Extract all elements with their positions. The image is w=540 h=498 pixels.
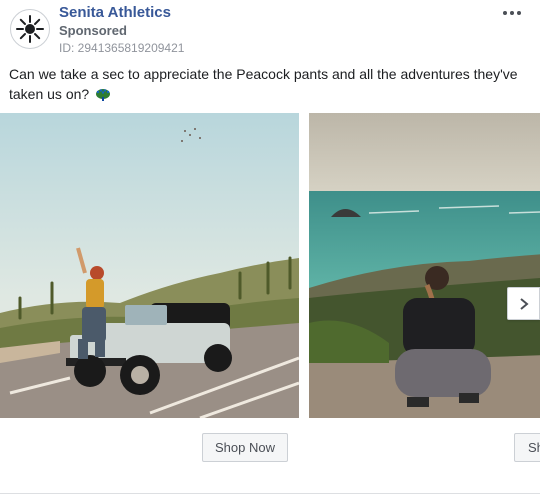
sponsored-label: Sponsored <box>59 23 127 38</box>
shop-now-button[interactable]: Shop Now <box>202 433 288 462</box>
ad-post: Senita Athletics Sponsored ID: 294136581… <box>0 0 540 498</box>
carousel-next-button[interactable] <box>507 287 540 320</box>
shop-now-button[interactable]: Sh <box>514 433 540 462</box>
more-options-icon <box>503 11 521 15</box>
ad-id-text: ID: 2941365819209421 <box>59 41 185 55</box>
image-carousel: Shop Now S <box>0 113 540 473</box>
divider <box>0 493 540 494</box>
caption-text: Can we take a sec to appreciate the Peac… <box>9 66 518 102</box>
more-options-button[interactable] <box>498 2 526 24</box>
carousel-card[interactable]: Sh <box>309 113 540 473</box>
sun-logo-icon <box>16 15 44 43</box>
peacock-emoji-icon <box>95 87 111 107</box>
page-name-link[interactable]: Senita Athletics <box>59 4 171 21</box>
post-caption: Can we take a sec to appreciate the Peac… <box>9 64 519 107</box>
woman-on-jeep-photo[interactable] <box>0 113 299 418</box>
chevron-right-icon <box>519 297 529 310</box>
avatar[interactable] <box>10 9 50 49</box>
woman-overlooking-ocean-photo[interactable] <box>309 113 540 418</box>
carousel-card[interactable]: Shop Now <box>0 113 299 473</box>
